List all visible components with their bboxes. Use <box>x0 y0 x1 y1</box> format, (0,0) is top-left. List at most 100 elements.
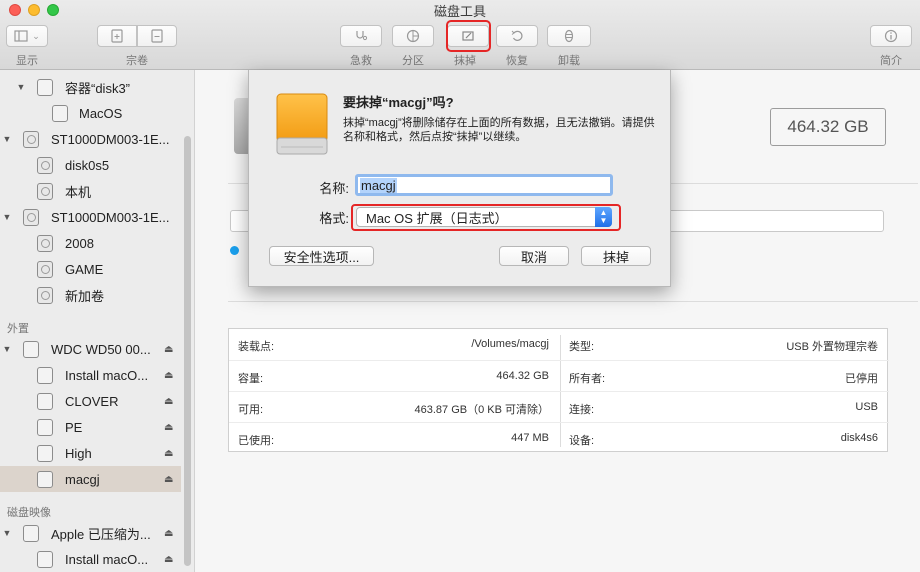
disclosure-triangle-icon[interactable]: ▼ <box>2 344 12 354</box>
show-sidebar-button[interactable]: ⌄ <box>6 25 48 47</box>
divider <box>228 301 918 302</box>
sidebar-item-game[interactable]: GAME <box>0 256 181 282</box>
hard-disk-icon <box>23 208 39 226</box>
format-field-label: 格式: <box>319 211 349 226</box>
remove-volume-icon <box>151 29 163 43</box>
name-field-label: 名称: <box>319 181 349 196</box>
sidebar-item-wdc[interactable]: ▼ WDC WD50 00... ⏏ <box>0 336 181 362</box>
sidebar-item-install-macos-b[interactable]: Install macO... ⏏ <box>0 546 181 572</box>
first-aid-button[interactable] <box>340 25 382 47</box>
sidebar-item-macgj[interactable]: macgj ⏏ <box>0 466 181 492</box>
sidebar: ▼ 容器“disk3” MacOS ▼ ST1000DM003-1E... di… <box>0 70 195 572</box>
confirm-erase-button[interactable]: 抹掉 <box>581 246 651 266</box>
volume-icon <box>37 550 53 568</box>
security-options-button[interactable]: 安全性选项... <box>269 246 374 266</box>
volume-icon <box>37 366 53 384</box>
show-label: 显示 <box>16 55 38 67</box>
hard-disk-icon <box>23 130 39 148</box>
eject-icon[interactable]: ⏏ <box>164 396 173 407</box>
capacity-box: 464.32 GB <box>770 108 886 146</box>
table-row: 已使用: 447 MB 设备: disk4s6 <box>229 422 889 453</box>
name-input[interactable]: macgj <box>355 174 613 196</box>
toolbar: 磁盘工具 ⌄ 显示 宗卷 急救 分区 抹掉 恢复 卸载 简介 <box>0 0 920 70</box>
dialog-description: 抹掉“macgj”将删除储存在上面的所有数据，且无法撤销。请提供名称和格式，然后… <box>343 117 655 143</box>
remove-volume-button[interactable] <box>137 25 177 47</box>
sidebar-scrollbar[interactable] <box>184 136 191 566</box>
table-row: 装载点: /Volumes/macgj 类型: USB 外置物理宗卷 <box>238 338 878 353</box>
info-table: 装载点: /Volumes/macgj 类型: USB 外置物理宗卷 容量: 4… <box>228 328 889 453</box>
unmount-label: 卸载 <box>558 55 580 67</box>
sidebar-item-2008[interactable]: 2008 <box>0 230 181 256</box>
disclosure-triangle-icon[interactable]: ▼ <box>2 134 12 144</box>
external-drive-icon <box>276 93 328 155</box>
sidebar-item-container-disk3[interactable]: ▼ 容器“disk3” <box>0 74 181 100</box>
sidebar-item-macos[interactable]: MacOS <box>0 100 181 126</box>
stethoscope-icon <box>356 31 368 41</box>
table-row: 可用: 463.87 GB（0 KB 可清除） 连接: USB <box>229 391 889 422</box>
hard-disk-icon <box>37 260 53 278</box>
window-title: 磁盘工具 <box>433 4 486 19</box>
partition-label: 分区 <box>402 55 424 67</box>
cancel-button[interactable]: 取消 <box>499 246 569 266</box>
erase-label: 抹掉 <box>454 55 476 67</box>
disk-utility-window: 磁盘工具 ⌄ 显示 宗卷 急救 分区 抹掉 恢复 卸载 简介 ▼ 容器“disk… <box>0 0 920 572</box>
sidebar-item-st1000-a[interactable]: ▼ ST1000DM003-1E... <box>0 126 181 152</box>
sidebar-item-apple-compressed[interactable]: ▼ Apple 已压缩为... ⏏ <box>0 520 181 546</box>
sidebar-item-disk0s5[interactable]: disk0s5 <box>0 152 181 178</box>
hard-disk-icon <box>37 182 53 200</box>
disclosure-triangle-icon[interactable]: ▼ <box>2 528 12 538</box>
volume-icon <box>37 392 53 410</box>
restore-label: 恢复 <box>506 55 528 67</box>
partition-pie-icon <box>406 29 420 43</box>
sidebar-item-st1000-b[interactable]: ▼ ST1000DM003-1E... <box>0 204 181 230</box>
volume-icon <box>37 78 53 96</box>
erase-button-highlight <box>446 20 491 52</box>
volume-label: 宗卷 <box>126 55 148 67</box>
disclosure-triangle-icon[interactable]: ▼ <box>16 82 26 92</box>
name-input-value: macgj <box>360 177 397 193</box>
eject-icon[interactable]: ⏏ <box>164 554 173 565</box>
add-volume-button[interactable] <box>97 25 137 47</box>
volume-icon <box>37 418 53 436</box>
partition-button[interactable] <box>392 25 434 47</box>
eject-icon[interactable]: ⏏ <box>164 528 173 539</box>
table-row: 容量: 464.32 GB 所有者: 已停用 <box>229 360 889 391</box>
sidebar-item-install-macos-a[interactable]: Install macO... ⏏ <box>0 362 181 388</box>
eject-icon[interactable]: ⏏ <box>164 448 173 459</box>
info-label: 简介 <box>880 55 902 67</box>
restore-button[interactable] <box>496 25 538 47</box>
external-disk-icon <box>23 340 39 358</box>
eject-icon[interactable]: ⏏ <box>164 370 173 381</box>
sidebar-section-external: 外置 <box>7 323 29 335</box>
sidebar-item-new-volume[interactable]: 新加卷 <box>0 282 181 308</box>
sidebar-item-clover[interactable]: CLOVER ⏏ <box>0 388 181 414</box>
info-button[interactable] <box>870 25 912 47</box>
volume-icon <box>37 470 53 488</box>
sidebar-section-disk-images: 磁盘映像 <box>7 507 51 519</box>
hard-disk-icon <box>37 286 53 304</box>
eject-icon[interactable]: ⏏ <box>164 474 173 485</box>
info-icon <box>884 29 898 43</box>
disclosure-triangle-icon[interactable]: ▼ <box>2 212 12 222</box>
chevron-down-icon: ⌄ <box>32 30 40 41</box>
disk-image-icon <box>23 524 39 542</box>
unmount-icon <box>564 29 574 43</box>
sidebar-item-local[interactable]: 本机 <box>0 178 181 204</box>
sidebar-item-pe[interactable]: PE ⏏ <box>0 414 181 440</box>
hard-disk-icon <box>37 234 53 252</box>
eject-icon[interactable]: ⏏ <box>164 422 173 433</box>
restore-arrow-icon <box>511 30 523 41</box>
erase-dialog: 要抹掉“macgj”吗? 抹掉“macgj”将删除储存在上面的所有数据，且无法撤… <box>248 70 671 287</box>
volume-icon <box>37 444 53 462</box>
sidebar-item-high[interactable]: High ⏏ <box>0 440 181 466</box>
dialog-title: 要抹掉“macgj”吗? <box>343 95 454 110</box>
usage-legend-dot <box>230 246 239 255</box>
hard-disk-icon <box>37 156 53 174</box>
eject-icon[interactable]: ⏏ <box>164 344 173 355</box>
first-aid-label: 急救 <box>350 55 372 67</box>
format-select-highlight <box>351 204 621 231</box>
unmount-button[interactable] <box>547 25 591 47</box>
volume-icon <box>52 104 68 122</box>
sidebar-icon <box>14 30 28 42</box>
add-volume-icon <box>111 29 123 43</box>
